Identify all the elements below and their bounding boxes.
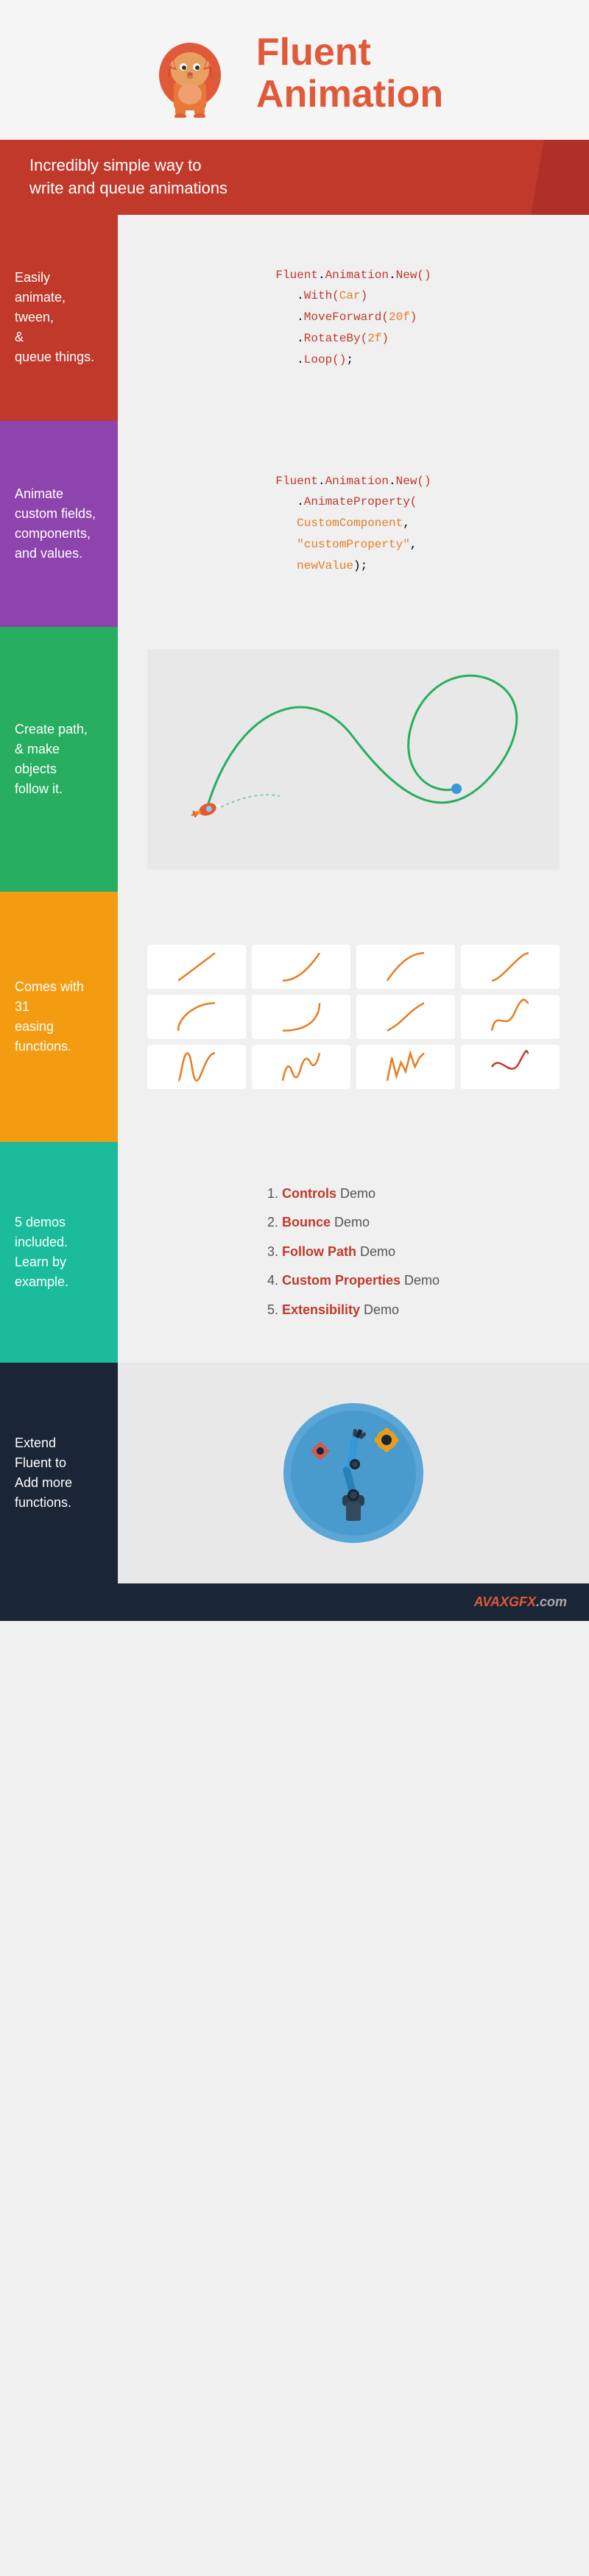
section-extend: ExtendFluent toAdd morefunctions. bbox=[0, 1363, 589, 1583]
easing-cell-11 bbox=[356, 1045, 455, 1089]
easing-cell-7 bbox=[356, 995, 455, 1039]
section-animate: Easily animate,tween,&queue things. Flue… bbox=[0, 215, 589, 421]
section-animate-content: Fluent.Animation.New() .With(Car) .MoveF… bbox=[118, 215, 589, 421]
lion-logo bbox=[146, 29, 234, 118]
section-path-sidebar: Create path,& makeobjectsfollow it. bbox=[0, 627, 118, 892]
easing-cell-5 bbox=[147, 995, 246, 1039]
easing-grid bbox=[140, 937, 567, 1096]
section-demos-sidebar: 5 demosincluded.Learn byexample. bbox=[0, 1142, 118, 1363]
section-custom-sidebar: Animatecustom fields,components,and valu… bbox=[0, 421, 118, 627]
demo-item-4: 4. Custom Properties Demo bbox=[267, 1266, 440, 1296]
robot-container bbox=[280, 1399, 427, 1547]
section-easing-content bbox=[118, 892, 589, 1142]
section-easing: Comes with31easingfunctions. bbox=[0, 892, 589, 1142]
section-animate-label: Easily animate,tween,&queue things. bbox=[15, 268, 103, 367]
section-path-content bbox=[118, 627, 589, 892]
demo-item-1: 1. Controls Demo bbox=[267, 1179, 440, 1209]
section-easing-label: Comes with31easingfunctions. bbox=[15, 977, 84, 1057]
section-extend-label: ExtendFluent toAdd morefunctions. bbox=[15, 1433, 72, 1513]
code-animate: Fluent.Animation.New() .With(Car) .MoveF… bbox=[275, 265, 431, 371]
easing-cell-1 bbox=[147, 945, 246, 989]
watermark: AVAXGFX.com bbox=[0, 1583, 589, 1621]
section-easing-sidebar: Comes with31easingfunctions. bbox=[0, 892, 118, 1142]
section-demos-content: 1. Controls Demo 2. Bounce Demo 3. Follo… bbox=[118, 1142, 589, 1363]
robot-svg bbox=[280, 1399, 427, 1547]
watermark-text: AVAXGFX.com bbox=[11, 1594, 567, 1610]
easing-cell-8 bbox=[461, 995, 560, 1039]
section-custom-label: Animatecustom fields,components,and valu… bbox=[15, 484, 96, 564]
watermark-brand: AVAXGFX bbox=[474, 1594, 536, 1609]
section-extend-content bbox=[118, 1363, 589, 1583]
section-path: Create path,& makeobjectsfollow it. bbox=[0, 627, 589, 892]
section-animate-sidebar: Easily animate,tween,&queue things. bbox=[0, 215, 118, 421]
tagline-banner: Incredibly simple way towrite and queue … bbox=[0, 140, 589, 215]
demo-item-3: 3. Follow Path Demo bbox=[267, 1238, 440, 1267]
path-demo-svg bbox=[147, 649, 560, 870]
demos-list: 1. Controls Demo 2. Bounce Demo 3. Follo… bbox=[267, 1179, 440, 1325]
section-path-label: Create path,& makeobjectsfollow it. bbox=[15, 720, 88, 799]
demo-item-2: 2. Bounce Demo bbox=[267, 1208, 440, 1238]
tagline-text: Incredibly simple way towrite and queue … bbox=[29, 155, 560, 200]
easing-cell-10 bbox=[252, 1045, 350, 1089]
demo-item-5: 5. Extensibility Demo bbox=[267, 1296, 440, 1325]
easing-cell-3 bbox=[356, 945, 455, 989]
header-title: Fluent Animation bbox=[256, 32, 443, 116]
easing-cell-2 bbox=[252, 945, 350, 989]
section-demos: 5 demosincluded.Learn byexample. 1. Cont… bbox=[0, 1142, 589, 1363]
easing-cell-6 bbox=[252, 995, 350, 1039]
section-extend-sidebar: ExtendFluent toAdd morefunctions. bbox=[0, 1363, 118, 1583]
section-custom-content: Fluent.Animation.New() .AnimateProperty(… bbox=[118, 421, 589, 627]
header-section: Fluent Animation bbox=[0, 0, 589, 140]
easing-cell-4 bbox=[461, 945, 560, 989]
section-custom: Animatecustom fields,components,and valu… bbox=[0, 421, 589, 627]
easing-cell-12 bbox=[461, 1045, 560, 1089]
easing-cell-9 bbox=[147, 1045, 246, 1089]
section-demos-label: 5 demosincluded.Learn byexample. bbox=[15, 1213, 68, 1292]
watermark-suffix: .com bbox=[536, 1594, 567, 1609]
code-custom: Fluent.Animation.New() .AnimateProperty(… bbox=[275, 471, 431, 577]
